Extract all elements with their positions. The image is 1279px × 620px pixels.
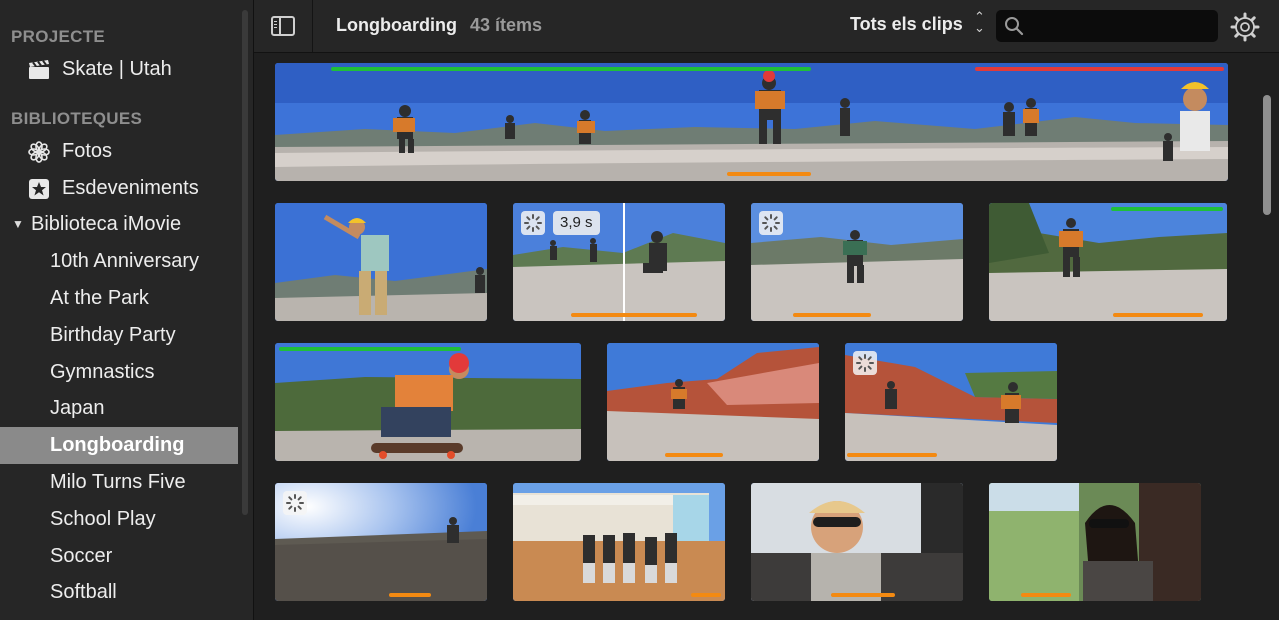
analysis-bar xyxy=(389,593,431,597)
clip-thumbnail-box[interactable] xyxy=(275,203,487,321)
search-input[interactable] xyxy=(1030,16,1214,38)
projects-header: PROJECTE xyxy=(11,27,106,46)
clip-thumbnail-box[interactable] xyxy=(513,483,725,601)
clip-thumbnail xyxy=(989,203,1227,321)
item-count: 43 ítems xyxy=(470,15,543,35)
analysis-bar xyxy=(847,453,937,457)
clip-thumbnail-box[interactable] xyxy=(275,483,487,601)
photos-label: Fotos xyxy=(62,139,113,162)
analysis-bar xyxy=(727,172,811,176)
up-down-chevron-icon[interactable]: ⌃ ⌄ xyxy=(974,10,985,34)
favorite-range-line[interactable] xyxy=(331,67,811,71)
disclosure-triangle-icon[interactable]: ▼ xyxy=(12,206,24,243)
clapperboard-icon xyxy=(29,60,49,79)
toolbar-divider xyxy=(312,0,313,52)
analysis-bar xyxy=(691,593,721,597)
clip-thumbnail-box[interactable] xyxy=(989,483,1201,601)
analyzing-spinner-icon xyxy=(759,211,783,235)
project-label: Skate | Utah xyxy=(62,58,172,80)
sidebar-item-event[interactable]: Soccer xyxy=(0,538,238,575)
clip-thumbnail xyxy=(513,483,725,601)
sidebar-item-event[interactable]: At the Park xyxy=(0,280,238,317)
clip-thumbnail-box[interactable]: 3,9 s xyxy=(513,203,725,321)
libraries-header: BIBLIOTEQUES xyxy=(11,108,143,128)
sidebar-item-event[interactable]: Milo Turns Five xyxy=(0,464,238,501)
analysis-bar xyxy=(665,453,723,457)
clip-thumbnail-box[interactable] xyxy=(989,203,1227,321)
browser-toolbar: Longboarding 43 ítems Tots els clips ⌃ ⌄ xyxy=(254,0,1279,53)
sidebar-item-event[interactable]: School Play xyxy=(0,501,238,538)
event-browser: Longboarding 43 ítems Tots els clips ⌃⌄ xyxy=(254,0,1279,620)
libraries-sidebar: PROJECTE Skate | Utah BIBLIOTEQUES Fotos… xyxy=(0,0,254,620)
clip-thumbnail xyxy=(275,63,1228,181)
sidebar-scrollbar[interactable] xyxy=(242,10,248,515)
sidebar-item-events[interactable]: Esdeveniments xyxy=(0,170,238,207)
search-field[interactable] xyxy=(996,10,1218,42)
sidebar-item-project[interactable]: Skate | Utah xyxy=(0,51,238,88)
imovie-window: PROJECTE Skate | Utah BIBLIOTEQUES Fotos… xyxy=(0,0,1279,620)
clip-thumbnail xyxy=(989,483,1201,601)
favorite-range-line[interactable] xyxy=(1111,207,1223,211)
clip-filter-popup[interactable]: Tots els clips xyxy=(850,14,963,35)
event-list: 10th Anniversary At the Park Birthday Pa… xyxy=(0,243,253,611)
skimmer-playhead[interactable] xyxy=(623,203,625,321)
clip-thumbnail-box[interactable] xyxy=(751,483,963,601)
sidebar-item-event[interactable]: Japan xyxy=(0,390,238,427)
analysis-bar xyxy=(571,313,697,317)
library-label: Biblioteca iMovie xyxy=(31,213,182,236)
clip-thumbnail xyxy=(607,343,819,461)
clip-thumbnail-box[interactable] xyxy=(607,343,819,461)
sidebar-toggle-icon[interactable] xyxy=(271,16,295,36)
clip-thumbnail xyxy=(275,203,487,321)
sidebar-item-photos[interactable]: Fotos xyxy=(0,133,238,170)
analyzing-spinner-icon xyxy=(283,491,307,515)
search-icon xyxy=(1005,17,1024,36)
analysis-bar xyxy=(793,313,871,317)
favorite-range-line[interactable] xyxy=(279,347,461,351)
sidebar-item-event-selected[interactable]: Longboarding xyxy=(0,427,238,464)
clip-thumbnail xyxy=(751,483,963,601)
clip-thumbnail-box[interactable] xyxy=(845,343,1057,461)
analysis-bar xyxy=(1021,593,1071,597)
browser-scrollbar[interactable] xyxy=(1263,95,1271,215)
clip-thumbnail-box[interactable] xyxy=(751,203,963,321)
event-title: Longboarding xyxy=(336,15,457,35)
clip-thumbnail xyxy=(275,343,581,461)
clip-thumbnail-box[interactable] xyxy=(275,343,581,461)
photos-flower-icon xyxy=(28,140,50,163)
gear-icon[interactable] xyxy=(1230,12,1260,42)
sidebar-item-event[interactable]: 10th Anniversary xyxy=(0,243,238,280)
analyzing-spinner-icon xyxy=(521,211,545,235)
duration-badge: 3,9 s xyxy=(553,211,600,235)
star-box-icon xyxy=(29,178,49,199)
analysis-bar xyxy=(831,593,895,597)
sidebar-item-event[interactable]: Gymnastics xyxy=(0,354,238,391)
events-label: Esdeveniments xyxy=(62,176,199,199)
analyzing-spinner-icon xyxy=(853,351,877,375)
analysis-bar xyxy=(1113,313,1203,317)
reject-range-line[interactable] xyxy=(975,67,1224,71)
sidebar-item-event[interactable]: Birthday Party xyxy=(0,317,238,354)
sidebar-item-library[interactable]: ▼ Biblioteca iMovie xyxy=(0,206,238,243)
clip-filmstrip[interactable] xyxy=(275,63,1228,181)
sidebar-item-event[interactable]: Softball xyxy=(0,574,238,611)
